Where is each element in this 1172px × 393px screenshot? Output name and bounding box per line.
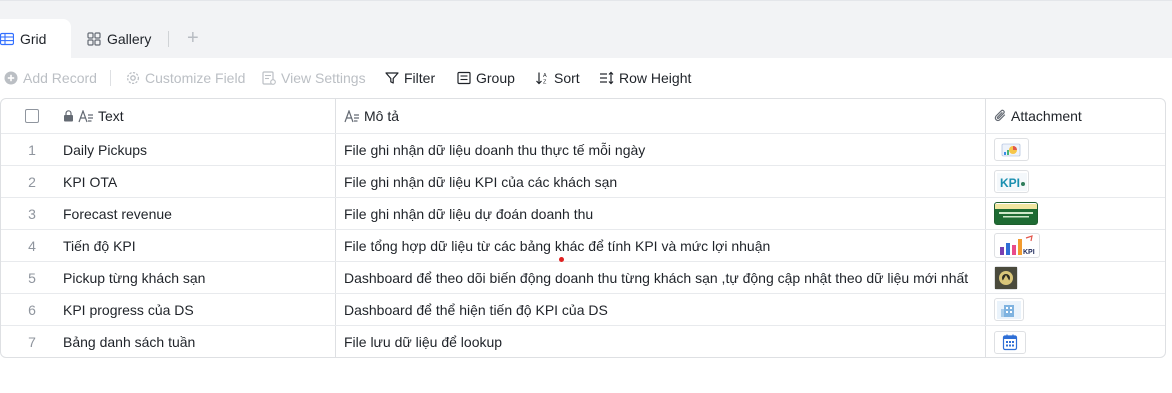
view-settings-button[interactable]: View Settings (262, 58, 366, 98)
cell-desc[interactable]: Dashboard để theo dõi biến động doanh th… (335, 262, 985, 293)
row-index: 7 (28, 334, 36, 350)
toolbar: Add Record Customize Field View Settings… (0, 58, 1172, 98)
table-row[interactable]: 7 Bảng danh sách tuần File lưu dữ liệu đ… (1, 326, 1165, 357)
tab-gallery-label: Gallery (107, 31, 152, 47)
row-index: 1 (28, 141, 36, 158)
column-header-text[interactable]: Text (63, 99, 335, 133)
cell-desc[interactable]: File ghi nhận dữ liệu doanh thu thực tế … (335, 134, 985, 165)
svg-text:Z: Z (543, 80, 547, 86)
svg-text:KPI: KPI (1000, 176, 1020, 190)
tab-grid[interactable]: Grid (0, 19, 71, 59)
lock-icon (63, 110, 74, 122)
view-settings-label: View Settings (281, 70, 366, 86)
view-settings-icon (262, 71, 276, 85)
row-height-label: Row Height (619, 70, 692, 86)
row-index: 2 (28, 173, 36, 190)
data-grid: Text Mô tả Attachment 1 Daily Pickups Fi… (0, 98, 1166, 358)
hotel-logo-thumb[interactable] (994, 265, 1018, 290)
tab-grid-label: Grid (20, 31, 47, 47)
group-icon (457, 71, 471, 85)
table-header-row: Text Mô tả Attachment (1, 99, 1165, 134)
paperclip-icon (994, 109, 1007, 123)
cell-attachment[interactable]: KPI (985, 166, 1165, 197)
cell-attachment[interactable] (985, 262, 1165, 293)
filter-icon (385, 71, 399, 85)
text-field-icon (344, 109, 360, 123)
row-index: 6 (28, 301, 36, 318)
cell-desc[interactable]: File lưu dữ liệu để lookup (335, 326, 985, 357)
customize-field-button[interactable]: Customize Field (126, 58, 245, 98)
column-header-attachment-label: Attachment (1011, 108, 1082, 124)
sort-label: Sort (554, 70, 580, 86)
gallery-icon (87, 32, 101, 46)
tab-divider (168, 31, 169, 47)
cell-attachment[interactable] (985, 134, 1165, 165)
group-label: Group (476, 70, 515, 86)
table-row[interactable]: 2 KPI OTA File ghi nhận dữ liệu KPI của … (1, 166, 1165, 198)
cell-attachment[interactable] (985, 326, 1165, 357)
kpi-text-thumb[interactable]: KPI (994, 170, 1029, 193)
cell-attachment[interactable] (985, 294, 1165, 325)
add-record-label: Add Record (23, 70, 97, 86)
row-index: 3 (28, 205, 36, 222)
plus-circle-icon (4, 71, 18, 85)
table-row[interactable]: 6 KPI progress của DS Dashboard để thể h… (1, 294, 1165, 326)
add-record-button[interactable]: Add Record (4, 58, 97, 98)
forecast-banner-thumb[interactable] (994, 202, 1038, 225)
sort-icon: AZ (535, 71, 549, 85)
row-height-icon (599, 71, 614, 85)
text-field-icon (78, 109, 94, 123)
filter-label: Filter (404, 70, 436, 86)
filter-button[interactable]: Filter (385, 58, 435, 98)
add-view-button[interactable]: + (187, 27, 199, 49)
select-all-checkbox-cell[interactable] (1, 99, 63, 133)
cell-desc[interactable]: File tổng hợp dữ liệu từ các bảng khác đ… (335, 230, 985, 261)
svg-text:KPI: KPI (1023, 249, 1035, 256)
cell-desc[interactable]: Dashboard để thể hiện tiến độ KPI của DS (335, 294, 985, 325)
cursor-dot (559, 257, 564, 262)
tab-gallery[interactable]: Gallery (87, 19, 151, 59)
cell-text[interactable]: Pickup từng khách sạn (63, 262, 335, 293)
cell-text[interactable]: Bảng danh sách tuần (63, 326, 335, 357)
table-row[interactable]: 5 Pickup từng khách sạn Dashboard để the… (1, 262, 1165, 294)
building-thumb[interactable] (994, 298, 1024, 321)
gear-icon (126, 71, 140, 85)
row-index: 4 (28, 237, 36, 254)
cell-attachment[interactable]: KPI (985, 230, 1165, 261)
table-row[interactable]: 4 Tiến độ KPI File tổng hợp dữ liệu từ c… (1, 230, 1165, 262)
grid-icon (0, 32, 14, 46)
cell-text[interactable]: KPI OTA (63, 166, 335, 197)
column-header-desc-label: Mô tả (364, 108, 400, 124)
table-row[interactable]: 1 Daily Pickups File ghi nhận dữ liệu do… (1, 134, 1165, 166)
column-header-attachment[interactable]: Attachment (985, 99, 1165, 133)
cell-text[interactable]: Forecast revenue (63, 198, 335, 229)
cell-desc[interactable]: File ghi nhận dữ liệu dự đoán doanh thu (335, 198, 985, 229)
customize-field-label: Customize Field (145, 70, 246, 86)
row-index: 5 (28, 269, 36, 286)
cell-text[interactable]: Tiến độ KPI (63, 230, 335, 261)
table-row[interactable]: 3 Forecast revenue File ghi nhận dữ liệu… (1, 198, 1165, 230)
cell-text[interactable]: KPI progress của DS (63, 294, 335, 325)
row-height-button[interactable]: Row Height (599, 58, 691, 98)
cell-attachment[interactable] (985, 198, 1165, 229)
column-header-text-label: Text (98, 108, 124, 124)
svg-text:A: A (543, 73, 547, 79)
column-header-desc[interactable]: Mô tả (335, 99, 985, 133)
view-tab-bar: Grid Gallery + (0, 0, 1172, 59)
toolbar-divider (110, 70, 111, 86)
select-all-checkbox[interactable] (25, 109, 39, 123)
cell-text[interactable]: Daily Pickups (63, 134, 335, 165)
cell-desc[interactable]: File ghi nhận dữ liệu KPI của các khách … (335, 166, 985, 197)
kpi-bars-thumb[interactable]: KPI (994, 233, 1040, 258)
group-button[interactable]: Group (457, 58, 515, 98)
calendar-thumb[interactable] (994, 330, 1026, 354)
chart-pie-thumb[interactable] (994, 138, 1029, 161)
sort-button[interactable]: AZ Sort (535, 58, 580, 98)
